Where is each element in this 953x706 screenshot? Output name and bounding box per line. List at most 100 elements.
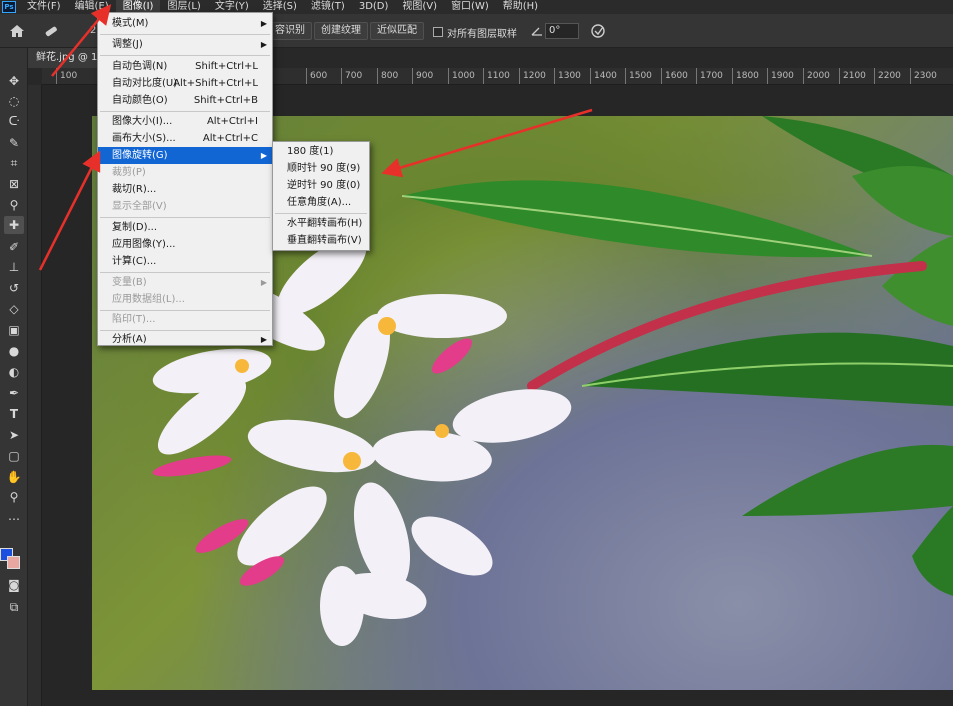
menu-item-apply-image[interactable]: 应用图像(Y)...: [98, 236, 272, 253]
ruler-tick-label: 2200: [874, 68, 901, 84]
ruler-tick-label: 1200: [519, 68, 546, 84]
submenu-arrow-icon: ▶: [260, 335, 267, 344]
menu-item-mode[interactable]: 模式(M) ▶: [98, 15, 272, 32]
image-rotation-submenu: 180 度(1) 顺时针 90 度(9) 逆时针 90 度(0) 任意角度(A)…: [272, 141, 370, 251]
submenu-item-rotate-90-cw[interactable]: 顺时针 90 度(9): [273, 160, 369, 177]
ruler-tick-label: 2300: [910, 68, 937, 84]
vertical-ruler: [28, 85, 42, 706]
submenu-arrow-icon: ▶: [260, 19, 267, 28]
frame-tool-icon[interactable]: ⊠: [4, 175, 24, 193]
marquee-tool-icon[interactable]: ◌: [4, 92, 24, 110]
tools-panel: ✥ ◌ ᑢ ✎ ⌗ ⊠ ⚲ ✚ ✐ ⊥ ↺ ◇ ▣ ● ◐ ✒ T ➤ ▢ ✋ …: [0, 48, 28, 706]
shape-tool-icon[interactable]: ▢: [4, 447, 24, 465]
gradient-tool-icon[interactable]: ▣: [4, 321, 24, 339]
image-menu-dropdown: 模式(M) ▶ 调整(J) ▶ 自动色调(N) Shift+Ctrl+L 自动对比度(…: [97, 12, 273, 346]
more-tools-icon[interactable]: ⋯: [4, 510, 24, 528]
zoom-tool-icon[interactable]: ⚲: [4, 488, 24, 506]
ruler-tick-label: 1900: [767, 68, 794, 84]
submenu-item-arbitrary[interactable]: 任意角度(A)...: [273, 194, 369, 211]
move-tool-icon[interactable]: ✥: [4, 72, 24, 90]
photoshop-logo: Ps: [2, 1, 16, 13]
ruler-tick-label: 600: [306, 68, 327, 84]
menu-item-reveal-all[interactable]: 显示全部(V): [98, 198, 272, 215]
menu-3d[interactable]: 3D(D): [352, 0, 396, 14]
menu-item-auto-tone[interactable]: 自动色调(N) Shift+Ctrl+L: [98, 58, 272, 75]
crop-tool-icon[interactable]: ⌗: [4, 154, 24, 172]
pen-tool-icon[interactable]: ✒: [4, 384, 24, 402]
menu-separator: [100, 217, 270, 218]
content-aware-button[interactable]: 容识别: [268, 22, 312, 40]
angle-input[interactable]: 0°: [545, 23, 579, 39]
ruler-tick-label: 1600: [661, 68, 688, 84]
menu-separator: [275, 213, 367, 214]
stamp-tool-icon[interactable]: ⊥: [4, 258, 24, 276]
eyedropper-tool-icon[interactable]: ⚲: [4, 196, 24, 214]
menu-item-image-rotation[interactable]: 图像旋转(G) ▶: [98, 147, 272, 164]
background-color-swatch[interactable]: [7, 556, 20, 569]
blur-tool-icon[interactable]: ●: [4, 342, 24, 360]
type-tool-icon[interactable]: T: [4, 405, 24, 423]
quick-select-tool-icon[interactable]: ✎: [4, 134, 24, 152]
home-icon[interactable]: [8, 23, 26, 39]
menu-item-calculations[interactable]: 计算(C)...: [98, 253, 272, 270]
brush-size[interactable]: 2: [90, 25, 96, 36]
brush-tool-icon[interactable]: ✐: [4, 238, 24, 256]
menu-item-image-size[interactable]: 图像大小(I)... Alt+Ctrl+I: [98, 113, 272, 130]
sample-all-layers-label: 对所有图层取样: [447, 29, 517, 40]
submenu-item-rotate-90-ccw[interactable]: 逆时针 90 度(0): [273, 177, 369, 194]
screen-mode-icon[interactable]: ⧉: [4, 598, 24, 616]
ruler-tick-label: 1100: [483, 68, 510, 84]
eraser-tool-icon[interactable]: ◇: [4, 300, 24, 318]
lasso-tool-icon[interactable]: ᑢ: [4, 112, 24, 130]
menu-help[interactable]: 帮助(H): [496, 0, 545, 14]
angle-icon: [530, 25, 544, 37]
menu-item-canvas-size[interactable]: 画布大小(S)... Alt+Ctrl+C: [98, 130, 272, 147]
ruler-tick-label: 800: [377, 68, 398, 84]
healing-brush-icon[interactable]: [42, 23, 60, 39]
submenu-item-flip-horizontal[interactable]: 水平翻转画布(H): [273, 215, 369, 232]
menu-separator: [100, 111, 270, 112]
create-texture-button[interactable]: 创建纹理: [314, 22, 368, 40]
menu-item-duplicate[interactable]: 复制(D)...: [98, 219, 272, 236]
menu-item-analysis[interactable]: 分析(A) ▶: [98, 331, 272, 348]
proximity-match-button[interactable]: 近似匹配: [370, 22, 424, 40]
ruler-tick-label: 100: [56, 68, 77, 84]
submenu-arrow-icon: ▶: [260, 151, 267, 160]
pressure-icon[interactable]: [590, 23, 606, 39]
menu-item-variables[interactable]: 变量(B) ▶: [98, 274, 272, 291]
quick-mask-icon[interactable]: ◙: [4, 576, 24, 594]
menu-separator: [100, 272, 270, 273]
ruler-tick-label: 1500: [625, 68, 652, 84]
menu-item-adjustments[interactable]: 调整(J) ▶: [98, 36, 272, 53]
submenu-arrow-icon: ▶: [260, 40, 267, 49]
healing-brush-tool-icon[interactable]: ✚: [4, 216, 24, 234]
menu-view[interactable]: 视图(V): [395, 0, 444, 14]
hand-tool-icon[interactable]: ✋: [4, 468, 24, 486]
history-brush-tool-icon[interactable]: ↺: [4, 279, 24, 297]
ruler-tick-label: 1000: [448, 68, 475, 84]
menu-separator: [100, 34, 270, 35]
ruler-tick-label: 900: [412, 68, 433, 84]
ruler-tick-label: 1700: [696, 68, 723, 84]
menu-separator: [100, 55, 270, 56]
submenu-item-rotate-180[interactable]: 180 度(1): [273, 143, 369, 160]
ruler-tick-label: 2000: [803, 68, 830, 84]
menu-item-apply-data-set[interactable]: 应用数据组(L)...: [98, 291, 272, 308]
menu-item-crop[interactable]: 裁剪(P): [98, 164, 272, 181]
ruler-tick-label: 1800: [732, 68, 759, 84]
ruler-tick-label: 1300: [554, 68, 581, 84]
submenu-arrow-icon: ▶: [260, 278, 267, 287]
menu-file[interactable]: 文件(F): [20, 0, 68, 14]
dodge-tool-icon[interactable]: ◐: [4, 363, 24, 381]
menu-item-trap[interactable]: 陷印(T)...: [98, 311, 272, 328]
submenu-item-flip-vertical[interactable]: 垂直翻转画布(V): [273, 232, 369, 249]
sample-all-layers-checkbox[interactable]: [433, 27, 443, 37]
ruler-tick-label: 2100: [839, 68, 866, 84]
menu-item-auto-contrast[interactable]: 自动对比度(U) Alt+Shift+Ctrl+L: [98, 75, 272, 92]
menu-item-auto-color[interactable]: 自动颜色(O) Shift+Ctrl+B: [98, 92, 272, 109]
document-tab[interactable]: 鲜花.jpg @ 10: [28, 48, 102, 68]
menu-item-trim[interactable]: 裁切(R)...: [98, 181, 272, 198]
menu-filter[interactable]: 滤镜(T): [304, 0, 352, 14]
path-select-tool-icon[interactable]: ➤: [4, 426, 24, 444]
menu-window[interactable]: 窗口(W): [444, 0, 496, 14]
